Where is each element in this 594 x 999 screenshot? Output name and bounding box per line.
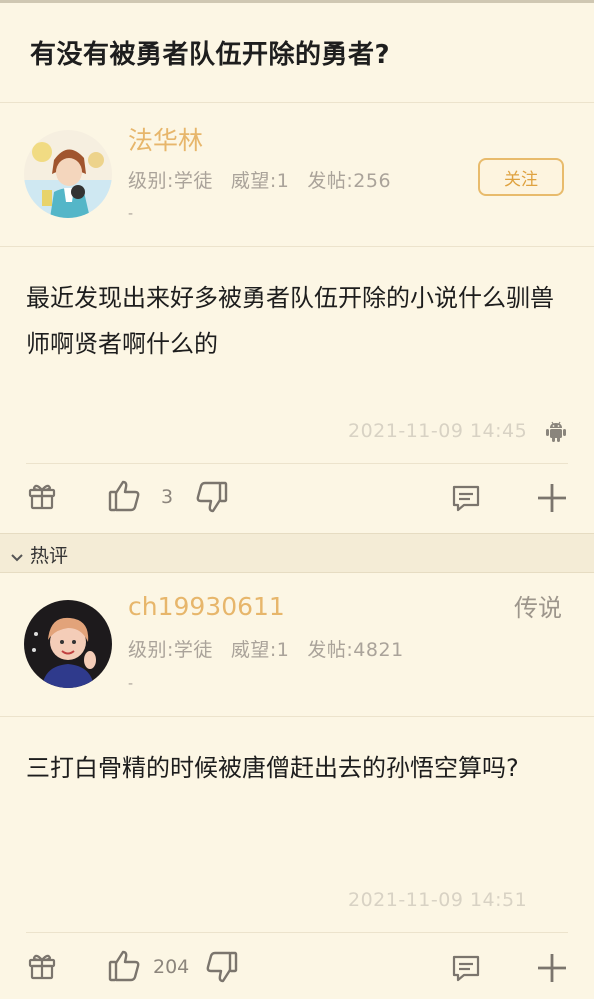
page-title: 有没有被勇者队伍开除的勇者? bbox=[30, 40, 391, 70]
chevron-down-icon[interactable] bbox=[10, 548, 24, 567]
android-icon bbox=[544, 419, 568, 447]
comment-icon[interactable] bbox=[450, 952, 482, 988]
comment-action-divider bbox=[26, 932, 568, 933]
post-like-count: 3 bbox=[161, 486, 174, 508]
thumbs-down-icon[interactable] bbox=[194, 480, 230, 520]
post-author-level: 级别:学徒 bbox=[128, 170, 213, 192]
comment-author-avatar[interactable] bbox=[24, 600, 112, 688]
plus-icon[interactable] bbox=[536, 952, 568, 988]
follow-button[interactable]: 关注 bbox=[478, 158, 564, 196]
comment-timestamp: 2021-11-09 14:51 bbox=[348, 889, 528, 911]
thumbs-up-icon[interactable] bbox=[106, 478, 142, 518]
comment-author-name[interactable]: ch19930611 bbox=[128, 592, 285, 621]
hot-comments-bar[interactable] bbox=[0, 533, 594, 573]
post-author-extra: - bbox=[128, 206, 134, 222]
post-author-avatar[interactable] bbox=[24, 130, 112, 218]
gift-icon[interactable] bbox=[26, 480, 58, 516]
comment-like-count: 204 bbox=[153, 956, 190, 978]
comment-author-meta: 级别:学徒 威望:1 发帖:4821 bbox=[128, 635, 422, 662]
post-timestamp: 2021-11-09 14:45 bbox=[348, 420, 528, 442]
thumbs-up-icon[interactable] bbox=[106, 948, 142, 988]
comment-author-posts: 发帖:4821 bbox=[307, 639, 404, 661]
post-author-name[interactable]: 法华林 bbox=[128, 121, 203, 157]
comment-author-prestige: 威望:1 bbox=[230, 639, 290, 661]
thumbs-down-icon[interactable] bbox=[204, 950, 240, 990]
comment-content: 三打白骨精的时候被唐僧赶出去的孙悟空算吗? bbox=[26, 754, 519, 782]
comment-author-extra: - bbox=[128, 676, 134, 692]
comment-author-rank: 传说 bbox=[514, 594, 562, 622]
post-author-posts: 发帖:256 bbox=[307, 170, 392, 192]
top-edge bbox=[0, 0, 594, 3]
plus-icon[interactable] bbox=[536, 482, 568, 518]
comment-header-divider bbox=[0, 716, 594, 717]
post-header-divider bbox=[0, 246, 594, 247]
post-content: 最近发现出来好多被勇者队伍开除的小说什么驯兽师啊贤者啊什么的 bbox=[26, 284, 554, 358]
post-action-divider bbox=[26, 463, 568, 464]
comment-icon[interactable] bbox=[450, 482, 482, 518]
post-author-prestige: 威望:1 bbox=[230, 170, 290, 192]
gift-icon[interactable] bbox=[26, 950, 58, 986]
hot-comments-label: 热评 bbox=[30, 545, 69, 567]
comment-author-level: 级别:学徒 bbox=[128, 639, 213, 661]
post-author-meta: 级别:学徒 威望:1 发帖:256 bbox=[128, 166, 409, 193]
title-divider bbox=[0, 102, 594, 103]
